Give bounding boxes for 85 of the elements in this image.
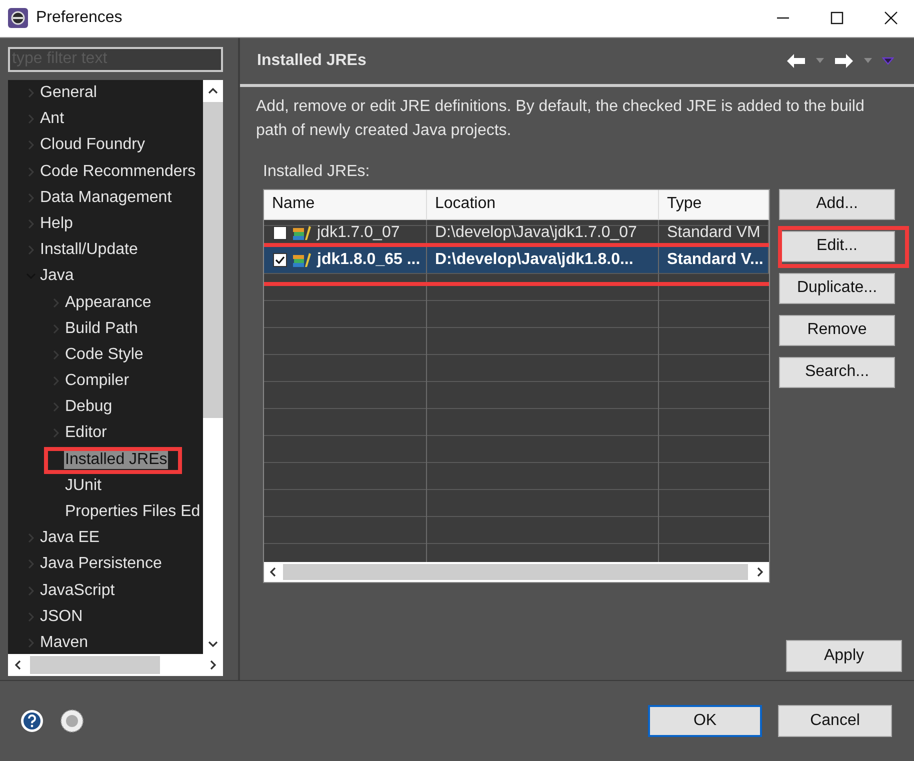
scrollbar-thumb[interactable] xyxy=(30,656,160,674)
chevron-right-icon[interactable] xyxy=(50,376,60,386)
chevron-right-icon[interactable] xyxy=(26,533,36,544)
scroll-left-icon[interactable] xyxy=(14,660,22,670)
help-icon[interactable] xyxy=(20,709,44,734)
tree-item[interactable]: Install/Update xyxy=(39,241,139,260)
action-button[interactable]: Search... xyxy=(779,356,895,388)
chevron-right-icon[interactable] xyxy=(50,402,60,412)
dropdown-icon[interactable] xyxy=(864,58,872,64)
tree-item[interactable]: Maven xyxy=(39,634,90,652)
tree-item[interactable]: JSON xyxy=(39,608,84,626)
chevron-right-icon[interactable] xyxy=(26,638,36,648)
page-title: Installed JREs xyxy=(257,52,368,70)
tree-item[interactable]: Compiler xyxy=(64,372,130,390)
action-button[interactable]: Edit... xyxy=(779,230,895,262)
chevron-right-icon[interactable] xyxy=(26,559,36,570)
action-button[interactable]: Remove xyxy=(779,314,895,346)
tree-item[interactable]: Java xyxy=(39,267,75,286)
table-cell: Standard VM xyxy=(667,224,760,242)
scrollbar-thumb[interactable] xyxy=(283,564,748,580)
dialog-button[interactable]: Cancel xyxy=(778,705,892,738)
chevron-right-icon[interactable] xyxy=(26,166,36,177)
tree-item[interactable]: Editor xyxy=(64,424,108,442)
scroll-up-icon[interactable] xyxy=(208,86,218,95)
scroll-right-icon[interactable] xyxy=(209,660,217,670)
chevron-right-icon[interactable] xyxy=(50,298,60,308)
dropdown-icon[interactable] xyxy=(816,58,824,64)
tree-item[interactable]: Installed JREs xyxy=(64,450,168,469)
scroll-right-icon[interactable] xyxy=(756,566,764,577)
forward-arrow-icon[interactable] xyxy=(834,52,854,69)
column-header[interactable]: Type xyxy=(659,190,769,220)
tree-item[interactable]: Ant xyxy=(39,110,66,128)
tree-item[interactable]: Data Management xyxy=(39,188,173,207)
app-icon xyxy=(8,8,28,28)
scrollbar-thumb[interactable] xyxy=(203,102,223,418)
library-icon xyxy=(292,224,312,241)
tree-item[interactable]: Properties Files Ed xyxy=(64,503,202,522)
library-icon xyxy=(292,252,312,268)
chevron-right-icon[interactable] xyxy=(50,324,60,334)
window-title: Preferences xyxy=(36,9,122,28)
chevron-right-icon[interactable] xyxy=(50,350,60,360)
tree-item[interactable]: General xyxy=(39,84,98,102)
tree-item[interactable]: Build Path xyxy=(64,320,139,338)
back-arrow-icon[interactable] xyxy=(786,52,806,69)
tree-item[interactable]: Java EE xyxy=(39,529,101,548)
chevron-right-icon[interactable] xyxy=(26,218,36,229)
tree-item[interactable]: Java Persistence xyxy=(39,555,163,574)
chevron-right-icon[interactable] xyxy=(26,245,36,256)
table-cell: jdk1.8.0_65 ... xyxy=(317,250,420,269)
table-cell: D:\develop\Java\jdk1.8.0... xyxy=(435,250,634,269)
description-text: Add, remove or edit JRE definitions. By default, the checked JRE is added to the build path of newly created Java projects. xyxy=(256,96,866,141)
action-button[interactable]: Add... xyxy=(779,188,895,220)
tree-item[interactable]: Cloud Foundry xyxy=(39,136,146,154)
tree-item[interactable]: JavaScript xyxy=(39,582,116,600)
chevron-right-icon[interactable] xyxy=(26,88,36,98)
table-label: Installed JREs: xyxy=(263,162,371,181)
table-row[interactable]: jdk1.8.0_65 ... D:\develop\Java\jdk1.8.0... Standard V... xyxy=(264,246,769,274)
tree-item[interactable]: Appearance xyxy=(64,294,152,312)
scroll-down-icon[interactable] xyxy=(208,640,218,648)
maximize-icon[interactable] xyxy=(829,10,845,26)
table-cell: D:\develop\Java\jdk1.7.0_07 xyxy=(435,224,637,242)
column-header[interactable]: Location xyxy=(427,190,659,220)
table-cell: jdk1.7.0_07 xyxy=(317,224,400,242)
chevron-right-icon[interactable] xyxy=(50,428,60,438)
tree-item[interactable]: Help xyxy=(39,214,74,233)
apply-button[interactable]: Apply xyxy=(786,640,902,672)
dialog-button[interactable]: OK xyxy=(648,705,762,738)
chevron-right-icon[interactable] xyxy=(26,612,36,622)
table-cell: Standard V... xyxy=(667,250,764,269)
circle-icon[interactable] xyxy=(60,709,84,734)
tree-item[interactable]: Code Style xyxy=(64,346,144,364)
tree-item[interactable]: Debug xyxy=(64,398,114,416)
chevron-right-icon[interactable] xyxy=(26,114,36,124)
view-menu-icon[interactable] xyxy=(882,56,894,65)
chevron-right-icon[interactable] xyxy=(26,140,36,150)
tree-item[interactable]: JUnit xyxy=(64,476,102,495)
column-header[interactable]: Name xyxy=(264,190,427,220)
tree-item[interactable]: Code Recommenders xyxy=(39,162,197,181)
action-button[interactable]: Duplicate... xyxy=(779,272,895,304)
checkbox[interactable] xyxy=(273,226,287,240)
chevron-right-icon[interactable] xyxy=(26,586,36,596)
chevron-right-icon[interactable] xyxy=(26,192,36,203)
close-icon[interactable] xyxy=(883,10,899,26)
checkbox[interactable] xyxy=(273,252,287,267)
scroll-left-icon[interactable] xyxy=(269,566,277,577)
